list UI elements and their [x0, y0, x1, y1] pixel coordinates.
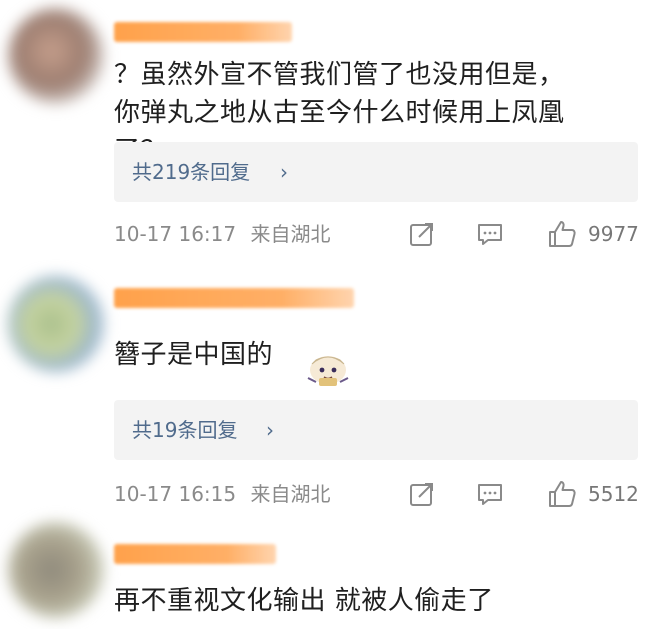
paimon-sticker-icon — [307, 356, 349, 386]
timestamp: 10-17 16:17 — [114, 222, 237, 246]
chevron-right-icon: › — [266, 418, 274, 442]
like-count: 5512 — [588, 482, 639, 506]
timestamp: 10-17 16:15 — [114, 482, 237, 506]
username-redacted[interactable] — [114, 22, 292, 42]
comment-icon[interactable] — [476, 220, 504, 248]
chevron-right-icon: › — [280, 160, 288, 184]
comment-meta: 10-17 16:17 来自湖北 — [114, 220, 330, 248]
share-icon[interactable] — [408, 480, 436, 508]
thumbs-up-icon[interactable] — [546, 218, 578, 250]
username-redacted[interactable] — [114, 288, 354, 308]
comment-item: 簪子是中国的 共19条回复 › 10-17 16:15 来自湖北 5512 — [0, 270, 660, 518]
comment-text: 再不重视文化输出 就被人偷走了 — [114, 586, 494, 616]
replies-link[interactable]: 共19条回复 › — [114, 400, 638, 460]
replies-label: 共219条回复 — [132, 160, 251, 184]
avatar[interactable] — [8, 8, 104, 104]
comment-text: 簪子是中国的 — [114, 340, 274, 370]
comment-item: 再不重视文化输出 就被人偷走了 — [0, 518, 660, 629]
replies-link[interactable]: 共219条回复 › — [114, 142, 638, 202]
comment-icon[interactable] — [476, 480, 504, 508]
username-redacted[interactable] — [114, 544, 276, 564]
like-count: 9977 — [588, 222, 639, 246]
comment-meta: 10-17 16:15 来自湖北 — [114, 480, 330, 508]
location: 来自湖北 — [250, 482, 331, 506]
comment-item: ？虽然外宣不管我们管了也没用但是，你弹丸之地从古至今什么时候用上凤凰了？ 共21… — [0, 0, 660, 270]
avatar[interactable] — [8, 276, 104, 372]
avatar[interactable] — [8, 522, 104, 618]
share-icon[interactable] — [408, 220, 436, 248]
thumbs-up-icon[interactable] — [546, 478, 578, 510]
location: 来自湖北 — [250, 222, 331, 246]
replies-label: 共19条回复 — [132, 418, 238, 442]
